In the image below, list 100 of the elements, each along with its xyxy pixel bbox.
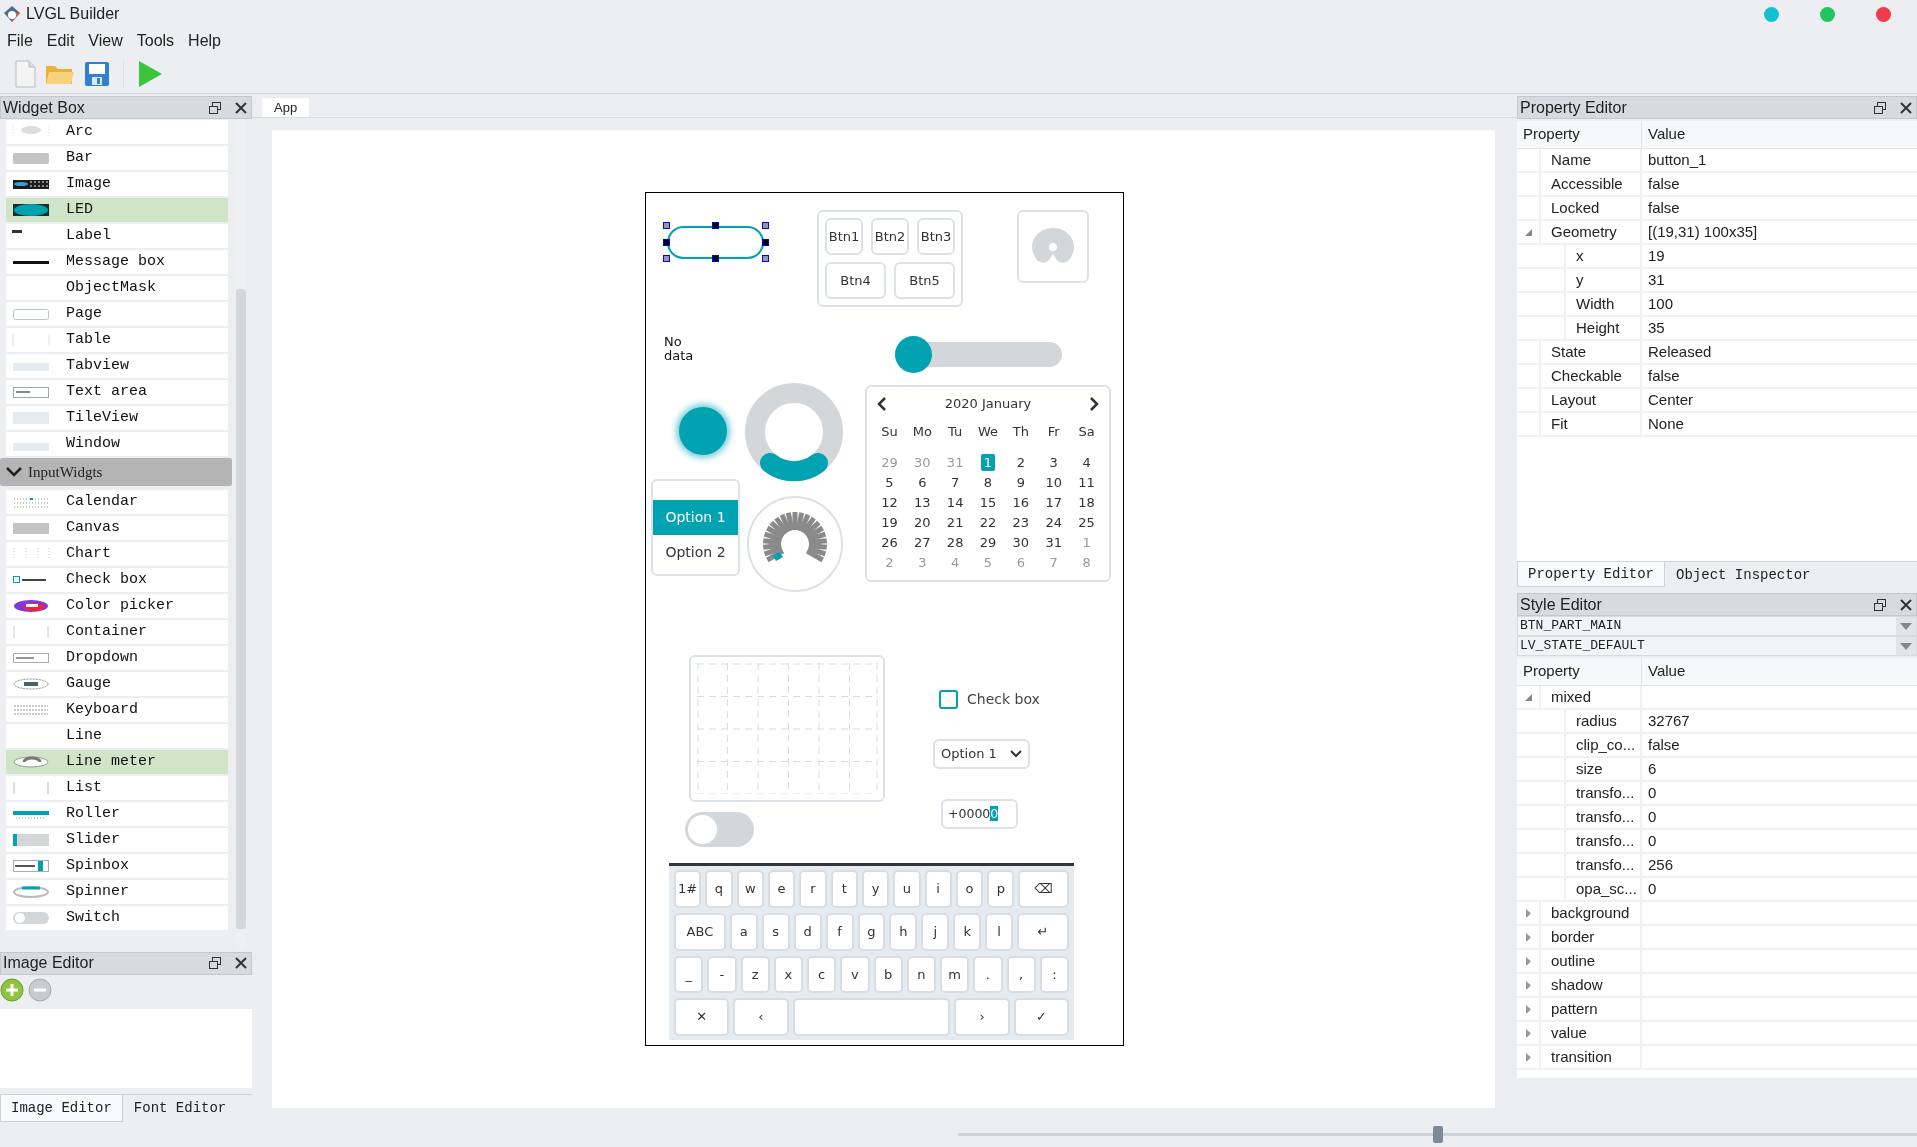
menu-item[interactable]: File bbox=[2, 29, 42, 53]
key[interactable]: r bbox=[799, 870, 827, 908]
widget-item[interactable]: Label bbox=[6, 224, 228, 248]
panel-tab[interactable]: Image Editor bbox=[0, 1095, 123, 1122]
calendar-day[interactable]: 24 bbox=[1042, 514, 1065, 531]
key[interactable]: 1# bbox=[674, 870, 702, 908]
key[interactable]: ‹ bbox=[733, 998, 789, 1036]
minimize-button[interactable] bbox=[1764, 6, 1779, 22]
dropdown-arrow-icon[interactable] bbox=[1900, 642, 1912, 650]
key[interactable]: z bbox=[740, 955, 770, 994]
key[interactable]: h bbox=[889, 912, 918, 951]
key[interactable]: k bbox=[953, 912, 982, 951]
key[interactable]: p bbox=[987, 870, 1015, 908]
dropdown[interactable]: Option 1 bbox=[933, 739, 1030, 769]
widget-item[interactable]: Spinbox bbox=[6, 854, 228, 878]
calendar-day[interactable]: 20 bbox=[911, 514, 934, 531]
resize-handle[interactable] bbox=[712, 222, 719, 229]
widget-item[interactable]: Line meter bbox=[6, 750, 228, 774]
widget-item[interactable]: Image bbox=[6, 172, 228, 196]
key[interactable]: b bbox=[873, 955, 903, 994]
widget-item[interactable]: Message box bbox=[6, 250, 228, 274]
calendar-day[interactable]: 19 bbox=[878, 514, 901, 531]
key[interactable]: o bbox=[955, 870, 984, 908]
widget-item[interactable]: Table bbox=[6, 328, 228, 352]
widget-item[interactable]: List bbox=[6, 776, 228, 800]
key[interactable]: ABC bbox=[674, 912, 726, 951]
close-icon[interactable] bbox=[1900, 101, 1912, 114]
calendar-day[interactable]: 26 bbox=[878, 534, 901, 551]
resize-handle[interactable] bbox=[663, 222, 670, 229]
key[interactable]: l bbox=[985, 912, 1014, 951]
key[interactable]: n bbox=[906, 955, 936, 994]
calendar-day[interactable]: 6 bbox=[915, 474, 930, 491]
calendar-day[interactable]: 3 bbox=[1046, 454, 1061, 471]
widget-item[interactable]: ObjectMask bbox=[6, 276, 228, 300]
key[interactable]: j bbox=[921, 912, 950, 951]
key[interactable]: d bbox=[793, 912, 822, 951]
calendar-day[interactable]: 15 bbox=[976, 494, 1000, 511]
float-icon[interactable] bbox=[1874, 598, 1886, 611]
float-icon[interactable] bbox=[1874, 101, 1886, 114]
resize-handle[interactable] bbox=[663, 255, 670, 262]
resize-handle[interactable] bbox=[762, 255, 769, 262]
resize-handle[interactable] bbox=[762, 222, 769, 229]
widget-item[interactable]: Spinner bbox=[6, 880, 228, 904]
add-icon[interactable] bbox=[0, 977, 24, 1002]
widget-item[interactable]: Slider bbox=[6, 828, 228, 852]
key[interactable]: a bbox=[729, 912, 758, 951]
close-icon[interactable] bbox=[1900, 598, 1912, 611]
calendar-day[interactable]: 7 bbox=[948, 474, 963, 491]
calendar-day[interactable]: 28 bbox=[943, 534, 967, 551]
slider-knob[interactable] bbox=[895, 336, 932, 373]
widget-item[interactable]: LED bbox=[6, 198, 228, 222]
widget-item[interactable]: Text area bbox=[6, 380, 228, 404]
switch[interactable] bbox=[685, 812, 754, 847]
menu-item[interactable]: Help bbox=[183, 29, 230, 53]
key[interactable]: y bbox=[861, 870, 890, 908]
calendar-day[interactable]: 27 bbox=[911, 534, 934, 551]
calendar-day[interactable]: 31 bbox=[1042, 534, 1065, 551]
calendar-day[interactable]: 13 bbox=[911, 494, 934, 511]
close-button[interactable] bbox=[1876, 6, 1891, 22]
widget-item[interactable]: Dropdown bbox=[6, 646, 228, 670]
calendar-day[interactable]: 8 bbox=[980, 474, 996, 491]
checkbox[interactable]: Check box bbox=[939, 689, 1040, 710]
widget-item[interactable]: Switch bbox=[6, 906, 228, 930]
calendar-day[interactable]: 10 bbox=[1042, 474, 1065, 491]
calendar-day[interactable]: 9 bbox=[1013, 474, 1028, 491]
widget-item[interactable]: Bar bbox=[6, 146, 228, 170]
key[interactable]: m bbox=[940, 955, 970, 994]
widget-item[interactable]: Window bbox=[6, 432, 228, 456]
chevron-down-icon[interactable] bbox=[1010, 750, 1022, 758]
calendar-day[interactable]: 23 bbox=[1009, 514, 1033, 531]
key[interactable]: g bbox=[857, 912, 886, 951]
matrix-button[interactable]: Btn1 bbox=[825, 218, 863, 255]
calendar-day[interactable]: 14 bbox=[943, 494, 967, 511]
dropdown[interactable]: BTN_PART_MAIN bbox=[1517, 616, 1917, 636]
calendar-day[interactable]: 29 bbox=[976, 534, 1000, 551]
spinbox-field[interactable]: +00000 bbox=[941, 799, 1018, 829]
key[interactable]: x bbox=[773, 955, 803, 994]
widget-item[interactable]: Gauge bbox=[6, 672, 228, 696]
key[interactable]: _ bbox=[674, 955, 704, 994]
key[interactable]: v bbox=[840, 955, 870, 994]
key[interactable]: t bbox=[830, 870, 858, 908]
calendar-day[interactable]: 4 bbox=[1079, 454, 1094, 471]
resize-handle[interactable] bbox=[762, 239, 769, 246]
widget-group-header[interactable]: InputWidgts bbox=[0, 458, 232, 486]
key[interactable]: s bbox=[761, 912, 790, 951]
widget-item[interactable]: Roller bbox=[6, 802, 228, 826]
panel-tab[interactable]: Property Editor bbox=[1517, 562, 1666, 587]
key[interactable]: u bbox=[893, 870, 921, 908]
matrix-button[interactable]: Btn5 bbox=[894, 262, 955, 299]
save-icon[interactable] bbox=[84, 60, 110, 87]
editor-tab[interactable]: App bbox=[262, 97, 310, 117]
key[interactable]: ⌫ bbox=[1018, 870, 1070, 908]
widget-item[interactable]: TileView bbox=[6, 406, 228, 430]
widget-item[interactable]: Line bbox=[6, 724, 228, 748]
widget-item[interactable]: Arc bbox=[6, 120, 228, 144]
chevron-right-icon[interactable] bbox=[1089, 397, 1099, 411]
roller[interactable]: Option 1 Option 2 bbox=[651, 479, 740, 576]
panel-tab[interactable]: Font Editor bbox=[122, 1095, 238, 1122]
menu-item[interactable]: Edit bbox=[41, 29, 84, 53]
slider[interactable] bbox=[895, 336, 1062, 373]
